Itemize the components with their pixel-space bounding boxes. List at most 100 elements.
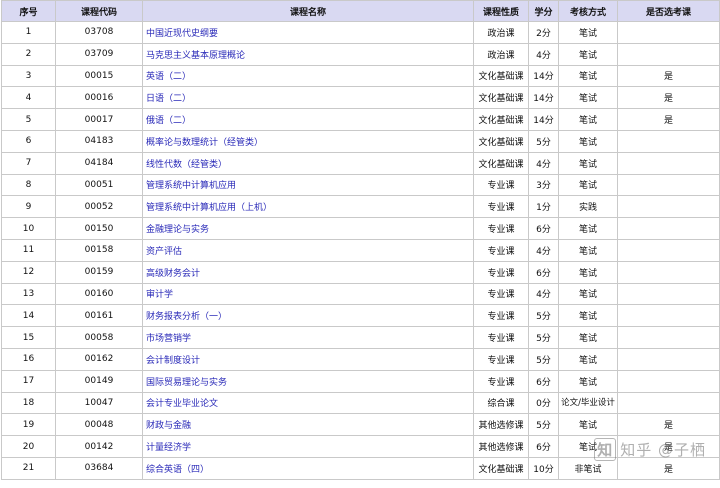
table-row: 6 04183 概率论与数理统计（经管类） 文化基础课 5分 笔试 xyxy=(1,129,720,153)
course-name-link[interactable]: 俄语（二） xyxy=(142,108,474,131)
course-name-link[interactable]: 管理系统中计算机应用 xyxy=(142,173,474,197)
cell-elective xyxy=(617,391,720,415)
cell-type: 专业课 xyxy=(473,217,529,240)
table-row: 11 00158 资产评估 专业课 4分 笔试 xyxy=(1,238,720,262)
cell-elective: 是 xyxy=(617,86,720,110)
cell-no: 1 xyxy=(1,21,56,44)
course-name-link[interactable]: 市场营销学 xyxy=(142,326,474,349)
course-name-link[interactable]: 计量经济学 xyxy=(142,435,474,458)
cell-exam: 笔试 xyxy=(558,347,618,371)
cell-no: 16 xyxy=(1,347,56,371)
table-row: 7 04184 线性代数（经管类） 文化基础课 4分 笔试 xyxy=(1,151,720,175)
cell-no: 11 xyxy=(1,238,56,262)
cell-type: 专业课 xyxy=(473,173,529,197)
cell-code: 00017 xyxy=(55,108,143,131)
cell-code: 03708 xyxy=(55,21,143,44)
table-row: 4 00016 日语（二） 文化基础课 14分 笔试是 xyxy=(1,86,720,110)
cell-exam: 笔试 xyxy=(558,326,618,349)
cell-credit: 4分 xyxy=(528,282,559,306)
course-name-link[interactable]: 会计制度设计 xyxy=(142,347,474,371)
cell-code: 00048 xyxy=(55,413,143,437)
cell-exam: 论文/毕业设计 xyxy=(558,391,618,415)
cell-credit: 14分 xyxy=(528,86,559,110)
cell-elective xyxy=(617,21,720,44)
course-name-link[interactable]: 国际贸易理论与实务 xyxy=(142,369,474,393)
table-row: 10 00150 金融理论与实务 专业课 6分 笔试 xyxy=(1,217,720,240)
course-name-link[interactable]: 英语（二） xyxy=(142,64,474,88)
course-name-link[interactable]: 会计专业毕业论文 xyxy=(142,391,474,415)
cell-elective xyxy=(617,304,720,328)
cell-no: 4 xyxy=(1,86,56,110)
course-name-link[interactable]: 审计学 xyxy=(142,282,474,306)
cell-type: 综合课 xyxy=(473,391,529,415)
course-name-link[interactable]: 概率论与数理统计（经管类） xyxy=(142,129,474,153)
course-name-link[interactable]: 线性代数（经管类） xyxy=(142,151,474,175)
cell-elective xyxy=(617,326,720,349)
course-name-link[interactable]: 财政与金融 xyxy=(142,413,474,437)
cell-code: 00160 xyxy=(55,282,143,306)
cell-no: 8 xyxy=(1,173,56,197)
cell-exam: 笔试 xyxy=(558,304,618,328)
cell-no: 5 xyxy=(1,108,56,131)
cell-exam: 笔试 xyxy=(558,21,618,44)
cell-exam: 笔试 xyxy=(558,238,618,262)
cell-no: 17 xyxy=(1,369,56,393)
cell-type: 专业课 xyxy=(473,282,529,306)
cell-credit: 5分 xyxy=(528,129,559,153)
cell-credit: 2分 xyxy=(528,21,559,44)
cell-exam: 笔试 xyxy=(558,282,618,306)
zhihu-watermark: 知知乎 @子栖 xyxy=(594,438,706,461)
cell-elective xyxy=(617,369,720,393)
cell-no: 9 xyxy=(1,195,56,219)
watermark-text: 知乎 @子栖 xyxy=(620,441,706,459)
cell-elective xyxy=(617,347,720,371)
table-header-row: 序号 课程代码 课程名称 课程性质 学分 考核方式 是否选考课 xyxy=(1,0,720,22)
cell-code: 00149 xyxy=(55,369,143,393)
course-name-link[interactable]: 马克思主义基本原理概论 xyxy=(142,42,474,66)
cell-exam: 笔试 xyxy=(558,217,618,240)
cell-credit: 6分 xyxy=(528,260,559,284)
cell-credit: 10分 xyxy=(528,456,559,480)
cell-code: 00052 xyxy=(55,195,143,219)
cell-elective xyxy=(617,282,720,306)
cell-type: 专业课 xyxy=(473,326,529,349)
cell-credit: 4分 xyxy=(528,42,559,66)
course-name-link[interactable]: 中国近现代史纲要 xyxy=(142,21,474,44)
cell-code: 00150 xyxy=(55,217,143,240)
course-name-link[interactable]: 高级财务会计 xyxy=(142,260,474,284)
cell-credit: 6分 xyxy=(528,435,559,458)
table-row: 12 00159 高级财务会计 专业课 6分 笔试 xyxy=(1,260,720,284)
cell-type: 文化基础课 xyxy=(473,86,529,110)
cell-code: 00158 xyxy=(55,238,143,262)
header-credit: 学分 xyxy=(528,0,559,22)
course-name-link[interactable]: 资产评估 xyxy=(142,238,474,262)
cell-credit: 6分 xyxy=(528,217,559,240)
cell-code: 04183 xyxy=(55,129,143,153)
cell-elective: 是 xyxy=(617,413,720,437)
cell-credit: 1分 xyxy=(528,195,559,219)
cell-elective xyxy=(617,217,720,240)
header-elective: 是否选考课 xyxy=(617,0,720,22)
course-name-link[interactable]: 日语（二） xyxy=(142,86,474,110)
header-name: 课程名称 xyxy=(142,0,474,22)
cell-type: 文化基础课 xyxy=(473,151,529,175)
cell-credit: 5分 xyxy=(528,326,559,349)
course-name-link[interactable]: 金融理论与实务 xyxy=(142,217,474,240)
cell-exam: 笔试 xyxy=(558,64,618,88)
cell-no: 19 xyxy=(1,413,56,437)
cell-no: 2 xyxy=(1,42,56,66)
course-name-link[interactable]: 综合英语（四） xyxy=(142,456,474,480)
cell-no: 14 xyxy=(1,304,56,328)
cell-no: 13 xyxy=(1,282,56,306)
cell-type: 文化基础课 xyxy=(473,64,529,88)
cell-elective xyxy=(617,173,720,197)
cell-code: 00016 xyxy=(55,86,143,110)
cell-code: 00058 xyxy=(55,326,143,349)
course-name-link[interactable]: 管理系统中计算机应用（上机） xyxy=(142,195,474,219)
cell-exam: 笔试 xyxy=(558,129,618,153)
cell-exam: 笔试 xyxy=(558,173,618,197)
course-name-link[interactable]: 财务报表分析（一） xyxy=(142,304,474,328)
cell-credit: 14分 xyxy=(528,64,559,88)
cell-no: 10 xyxy=(1,217,56,240)
cell-credit: 5分 xyxy=(528,347,559,371)
